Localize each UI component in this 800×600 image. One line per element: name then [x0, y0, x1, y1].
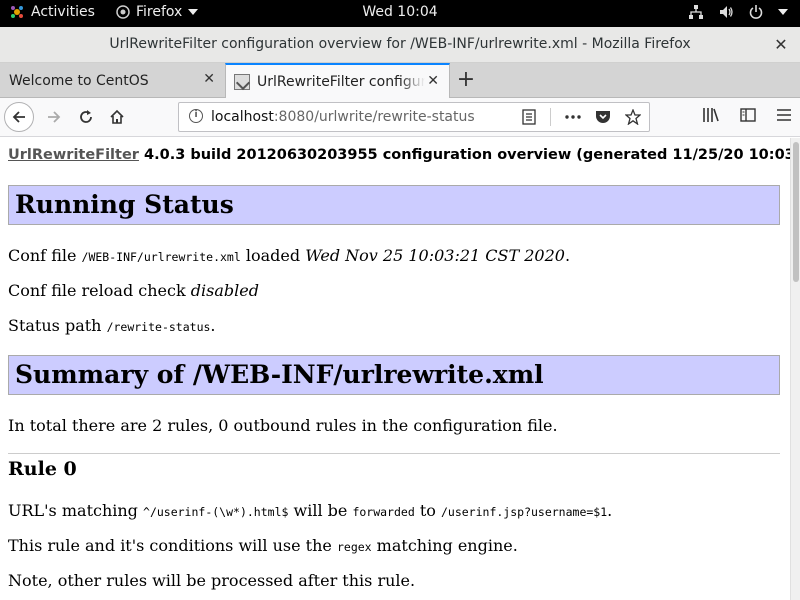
network-icon[interactable] — [688, 4, 704, 20]
tab-label: Welcome to CentOS — [9, 72, 149, 89]
power-icon[interactable] — [748, 4, 764, 20]
status-path-value: /rewrite-status — [106, 320, 211, 334]
url-bar-separator — [550, 108, 551, 126]
page-actions-menu-icon[interactable] — [565, 115, 581, 119]
rule-note: Note, other rules will be processed afte… — [8, 571, 416, 590]
reload-check-value: disabled — [190, 281, 259, 300]
conf-loaded-date: Wed Nov 25 10:03:21 CST 2020 — [305, 246, 565, 265]
running-status-heading: Running Status — [15, 190, 234, 219]
rule-match-line: URL's matching ^/userinf-(\w*).html$ wil… — [8, 501, 613, 520]
close-icon: ✕ — [774, 35, 788, 54]
system-tray[interactable] — [688, 4, 788, 20]
url-bar[interactable]: i localhost:8080/urlwrite/rewrite-status — [178, 102, 650, 132]
firefox-icon — [116, 5, 130, 19]
hamburger-menu-icon[interactable] — [776, 107, 792, 123]
activities-icon — [10, 5, 24, 19]
vertical-scrollbar[interactable] — [790, 138, 800, 600]
conf-file-line: Conf file /WEB-INF/urlrewrite.xml loaded… — [8, 246, 571, 265]
volume-icon[interactable] — [718, 4, 734, 20]
home-icon — [110, 109, 124, 124]
reader-view-icon[interactable] — [522, 109, 536, 125]
app-menu[interactable]: Firefox — [116, 4, 199, 20]
navigation-toolbar: i localhost:8080/urlwrite/rewrite-status — [0, 98, 800, 137]
tab-urlrewrite-overview[interactable]: UrlRewriteFilter configuration overview … — [225, 63, 450, 99]
url-text[interactable]: localhost:8080/urlwrite/rewrite-status — [211, 109, 475, 125]
rule-engine-name: regex — [336, 540, 372, 554]
back-button[interactable] — [4, 102, 34, 132]
summary-text: In total there are 2 rules, 0 outbound r… — [8, 416, 558, 435]
clock[interactable]: Wed 10:04 — [362, 4, 437, 20]
arrow-right-icon — [48, 111, 61, 123]
reload-button[interactable] — [72, 103, 100, 131]
page-favicon-icon — [234, 74, 250, 90]
system-top-bar: Activities Firefox Wed 10:04 — [0, 0, 800, 27]
rule-target: /userinf.jsp?username=$1 — [440, 505, 608, 519]
activities-label: Activities — [31, 4, 95, 20]
section-heading-box: Running Status — [8, 185, 780, 225]
bookmark-star-icon[interactable] — [625, 109, 641, 125]
chevron-down-icon — [188, 9, 199, 15]
rule-pattern: ^/userinf-(\w*).html$ — [143, 505, 289, 519]
plus-icon: + — [456, 67, 476, 92]
tab-close-button[interactable]: ✕ — [427, 73, 439, 89]
arrow-left-icon — [12, 111, 25, 123]
sidebar-toggle-icon[interactable] — [740, 107, 756, 123]
tab-close-button[interactable]: ✕ — [203, 71, 215, 87]
page-header: UrlRewriteFilter 4.0.3 build 20120630203… — [8, 147, 790, 163]
divider — [8, 453, 780, 454]
window-title-bar: UrlRewriteFilter configuration overview … — [0, 27, 800, 63]
site-info-icon[interactable]: i — [189, 109, 203, 123]
window-title: UrlRewriteFilter configuration overview … — [109, 36, 691, 52]
rule-heading: Rule 0 — [8, 458, 77, 480]
status-path-line: Status path /rewrite-status. — [8, 316, 216, 335]
pocket-icon[interactable] — [595, 110, 611, 124]
forward-button[interactable] — [40, 103, 68, 131]
window-close-button[interactable]: ✕ — [772, 35, 790, 54]
page-content: UrlRewriteFilter 4.0.3 build 20120630203… — [0, 138, 790, 600]
tab-strip: Welcome to CentOS ✕ UrlRewriteFilter con… — [0, 63, 800, 99]
activities-button[interactable]: Activities — [10, 4, 95, 20]
app-menu-label: Firefox — [136, 4, 183, 20]
reload-icon — [80, 110, 92, 123]
page-header-text: 4.0.3 build 20120630203955 configuration… — [138, 147, 790, 163]
system-menu-chevron-icon[interactable] — [778, 9, 788, 15]
tab-welcome-centos[interactable]: Welcome to CentOS ✕ — [0, 63, 225, 98]
urlrewritefilter-link[interactable]: UrlRewriteFilter — [8, 147, 139, 163]
scrollbar-thumb[interactable] — [793, 142, 799, 282]
conf-file-path: /WEB-INF/urlrewrite.xml — [81, 250, 241, 264]
tab-label: UrlRewriteFilter configuration overview — [257, 74, 425, 90]
reload-check-line: Conf file reload check disabled — [8, 281, 259, 300]
new-tab-button[interactable]: + — [455, 67, 477, 92]
section-heading-box: Summary of /WEB-INF/urlrewrite.xml — [8, 355, 780, 395]
summary-heading: Summary of /WEB-INF/urlrewrite.xml — [15, 360, 544, 389]
rule-engine-line: This rule and it's conditions will use t… — [8, 536, 518, 555]
rule-action: forwarded — [352, 505, 415, 519]
home-button[interactable] — [103, 103, 131, 131]
library-icon[interactable] — [702, 107, 720, 123]
